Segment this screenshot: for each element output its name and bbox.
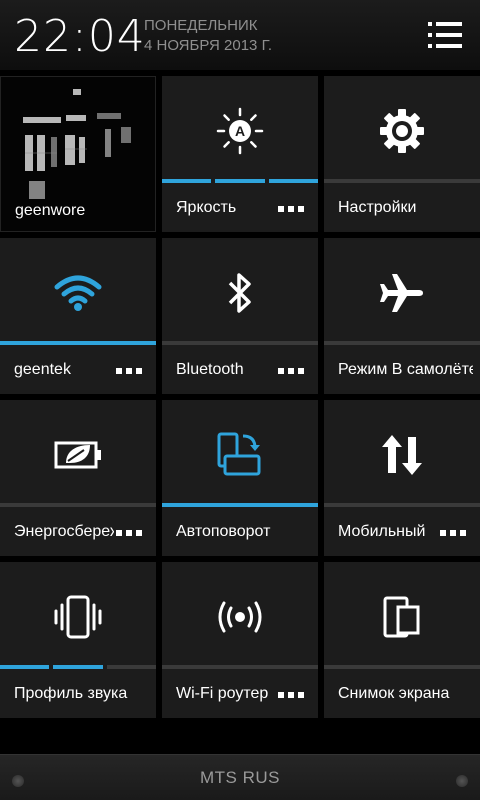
tile-sound-profile[interactable]: Профиль звука <box>0 562 156 718</box>
tile-label: Wi-Fi роутер <box>176 685 269 702</box>
brightness-level-bar <box>162 179 318 183</box>
tile-photo-widget[interactable]: geenwore <box>0 76 156 232</box>
status-bar <box>324 341 480 345</box>
tile-label: Настройки <box>338 199 417 216</box>
bluetooth-icon <box>162 258 318 328</box>
vibrate-icon <box>0 582 156 652</box>
day-of-week: ПОНЕДЕЛЬНИК <box>144 17 258 34</box>
more-options-icon[interactable] <box>116 368 142 374</box>
tile-brightness[interactable]: A Яркость <box>162 76 318 232</box>
tile-label: Яркость <box>176 199 237 216</box>
clock: 22:04 <box>14 11 146 62</box>
tile-label: geentek <box>14 361 71 378</box>
status-bar <box>324 665 480 669</box>
menu-list-icon[interactable] <box>428 20 462 50</box>
tile-label: Bluetooth <box>176 361 244 378</box>
tile-label: Профиль звука <box>14 685 128 702</box>
date-block: ПОНЕДЕЛЬНИК 4 НОЯБРЯ 2013 Г. <box>144 16 272 56</box>
tile-bluetooth[interactable]: Bluetooth <box>162 238 318 394</box>
auto-rotate-icon <box>162 420 318 490</box>
more-options-icon[interactable] <box>116 530 142 536</box>
wifi-icon <box>0 258 156 328</box>
battery-leaf-icon <box>0 420 156 490</box>
screenshot-icon <box>324 582 480 652</box>
more-options-icon[interactable] <box>278 206 304 212</box>
tile-airplane-mode[interactable]: Режим В самолёте <box>324 238 480 394</box>
mobile-data-icon <box>324 420 480 490</box>
status-bar <box>162 341 318 345</box>
date-text: 4 НОЯБРЯ 2013 Г. <box>144 37 273 54</box>
tile-screenshot[interactable]: Снимок экрана <box>324 562 480 718</box>
more-options-icon[interactable] <box>278 368 304 374</box>
tile-wifi[interactable]: geentek <box>0 238 156 394</box>
status-header: 22:04 ПОНЕДЕЛЬНИК 4 НОЯБРЯ 2013 Г. <box>0 0 480 70</box>
hotspot-icon <box>162 582 318 652</box>
tile-auto-rotate[interactable]: Автоповорот <box>162 400 318 556</box>
status-bar <box>162 503 318 507</box>
status-bar <box>162 665 318 669</box>
tile-settings[interactable]: Настройки <box>324 76 480 232</box>
tile-mobile-data[interactable]: Мобильный <box>324 400 480 556</box>
tile-label: Мобильный <box>338 523 426 540</box>
status-bar <box>0 341 156 345</box>
more-options-icon[interactable] <box>440 530 466 536</box>
svg-text:A: A <box>235 123 245 139</box>
carrier-name: MTS RUS <box>200 768 280 787</box>
brightness-auto-icon: A <box>162 96 318 166</box>
tile-label: geenwore <box>15 202 86 219</box>
carrier-footer: MTS RUS <box>0 754 480 800</box>
more-options-icon[interactable] <box>278 692 304 698</box>
status-bar <box>324 179 480 183</box>
airplane-icon <box>324 258 480 328</box>
tile-label: Автоповорот <box>176 523 271 540</box>
tile-label: Режим В самолёте <box>338 361 473 378</box>
footer-dot-right <box>456 775 468 787</box>
sound-level-bar <box>0 665 156 669</box>
status-bar <box>0 503 156 507</box>
tile-wifi-hotspot[interactable]: Wi-Fi роутер <box>162 562 318 718</box>
tile-label: Энергосбережение <box>14 523 114 540</box>
gear-icon <box>324 96 480 166</box>
status-bar <box>324 503 480 507</box>
tile-power-saver[interactable]: Энергосбережение <box>0 400 156 556</box>
tile-label: Снимок экрана <box>338 685 450 702</box>
